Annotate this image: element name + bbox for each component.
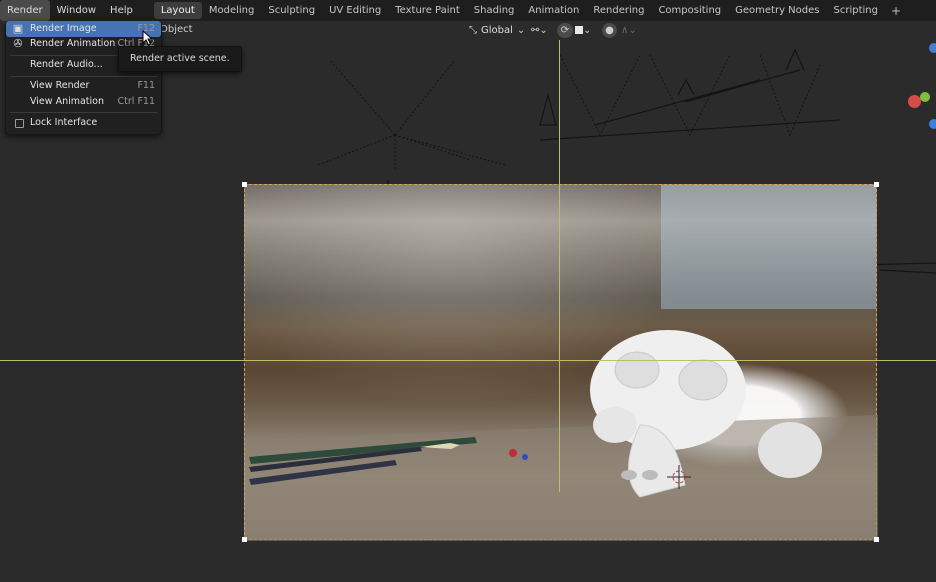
add-workspace-button[interactable]: + <box>885 4 907 18</box>
chevron-down-icon: ⌄ <box>539 25 548 36</box>
chevron-down-icon: ⌄ <box>516 25 526 36</box>
menu-item-view-render[interactable]: View Render F11 <box>6 78 161 94</box>
proportional-icon: ● <box>605 25 614 36</box>
menu-help[interactable]: Help <box>103 0 140 21</box>
render-dropdown-menu: ▣ Render Image F12 ✇ Render Animation Ct… <box>5 21 162 135</box>
tab-shading[interactable]: Shading <box>467 2 522 19</box>
tab-geometry-nodes[interactable]: Geometry Nodes <box>728 2 826 19</box>
frame-corner <box>874 537 879 542</box>
render-image-label: Render Image <box>30 23 97 34</box>
gizmo-y-axis[interactable] <box>920 92 930 102</box>
snap-toggle[interactable]: ⟳ <box>557 23 573 38</box>
object-menu[interactable]: Object <box>160 24 193 35</box>
menu-item-view-animation[interactable]: View Animation Ctrl F11 <box>6 94 161 110</box>
transform-orientation-dropdown[interactable]: ⤡ Global ⌄ <box>465 23 529 38</box>
tooltip-text: Render active scene. <box>130 53 230 64</box>
mouse-cursor-icon <box>142 30 153 46</box>
snap-element-icon <box>575 26 583 34</box>
frame-corner <box>874 182 879 187</box>
frame-corner <box>242 182 247 187</box>
tab-layout[interactable]: Layout <box>153 2 202 19</box>
checkbox-icon[interactable] <box>15 119 24 128</box>
pivot-link-button[interactable]: ⚯⌄ <box>531 23 548 38</box>
menu-separator <box>10 76 157 77</box>
transform-orientation-label: Global <box>481 25 513 36</box>
tab-sculpting[interactable]: Sculpting <box>261 2 322 19</box>
render-scene-illustration <box>245 330 878 541</box>
tab-modeling[interactable]: Modeling <box>202 2 262 19</box>
workspace-tabs: Layout Modeling Sculpting UV Editing Tex… <box>153 0 907 21</box>
gizmo-z-axis[interactable] <box>929 43 936 53</box>
horizontal-guide-line <box>0 360 936 361</box>
render-audio-label: Render Audio... <box>30 59 103 70</box>
snap-element-dropdown[interactable]: ⌄ <box>575 23 591 38</box>
menu-render[interactable]: Render <box>0 0 50 21</box>
tab-scripting[interactable]: Scripting <box>827 2 885 19</box>
falloff-dropdown[interactable]: ∧⌄ <box>621 23 637 38</box>
menu-separator <box>10 112 157 113</box>
tab-uv-editing[interactable]: UV Editing <box>322 2 388 19</box>
tab-texture-paint[interactable]: Texture Paint <box>388 2 467 19</box>
chevron-down-icon: ⌄ <box>583 25 592 36</box>
menu-item-render-image[interactable]: ▣ Render Image F12 <box>6 21 161 37</box>
gizmo-neg-z-axis[interactable] <box>929 119 936 129</box>
proportional-edit-toggle[interactable]: ● <box>602 23 617 38</box>
view-render-label: View Render <box>30 80 90 91</box>
snap-icon: ⟳ <box>560 25 570 36</box>
top-bar: Render Window Help Layout Modeling Sculp… <box>0 0 936 21</box>
view-animation-label: View Animation <box>30 96 104 107</box>
tab-rendering[interactable]: Rendering <box>586 2 651 19</box>
menu-window[interactable]: Window <box>50 0 103 21</box>
transform-orientation-icon: ⤡ <box>469 25 477 36</box>
vertical-guide-line <box>559 40 560 492</box>
lock-interface-label: Lock Interface <box>30 117 98 128</box>
render-animation-icon: ✇ <box>13 37 23 50</box>
menu-item-lock-interface[interactable]: Lock Interface <box>6 115 161 131</box>
view-animation-shortcut: Ctrl F11 <box>117 96 155 107</box>
tooltip: Render active scene. <box>118 46 242 72</box>
render-animation-label: Render Animation <box>30 38 116 49</box>
frame-corner <box>242 537 247 542</box>
tab-animation[interactable]: Animation <box>521 2 586 19</box>
chevron-down-icon: ⌄ <box>628 25 637 36</box>
camera-view-frame <box>242 182 879 542</box>
render-image-icon: ▣ <box>12 22 24 35</box>
tab-compositing[interactable]: Compositing <box>651 2 728 19</box>
view-render-shortcut: F11 <box>137 80 155 91</box>
